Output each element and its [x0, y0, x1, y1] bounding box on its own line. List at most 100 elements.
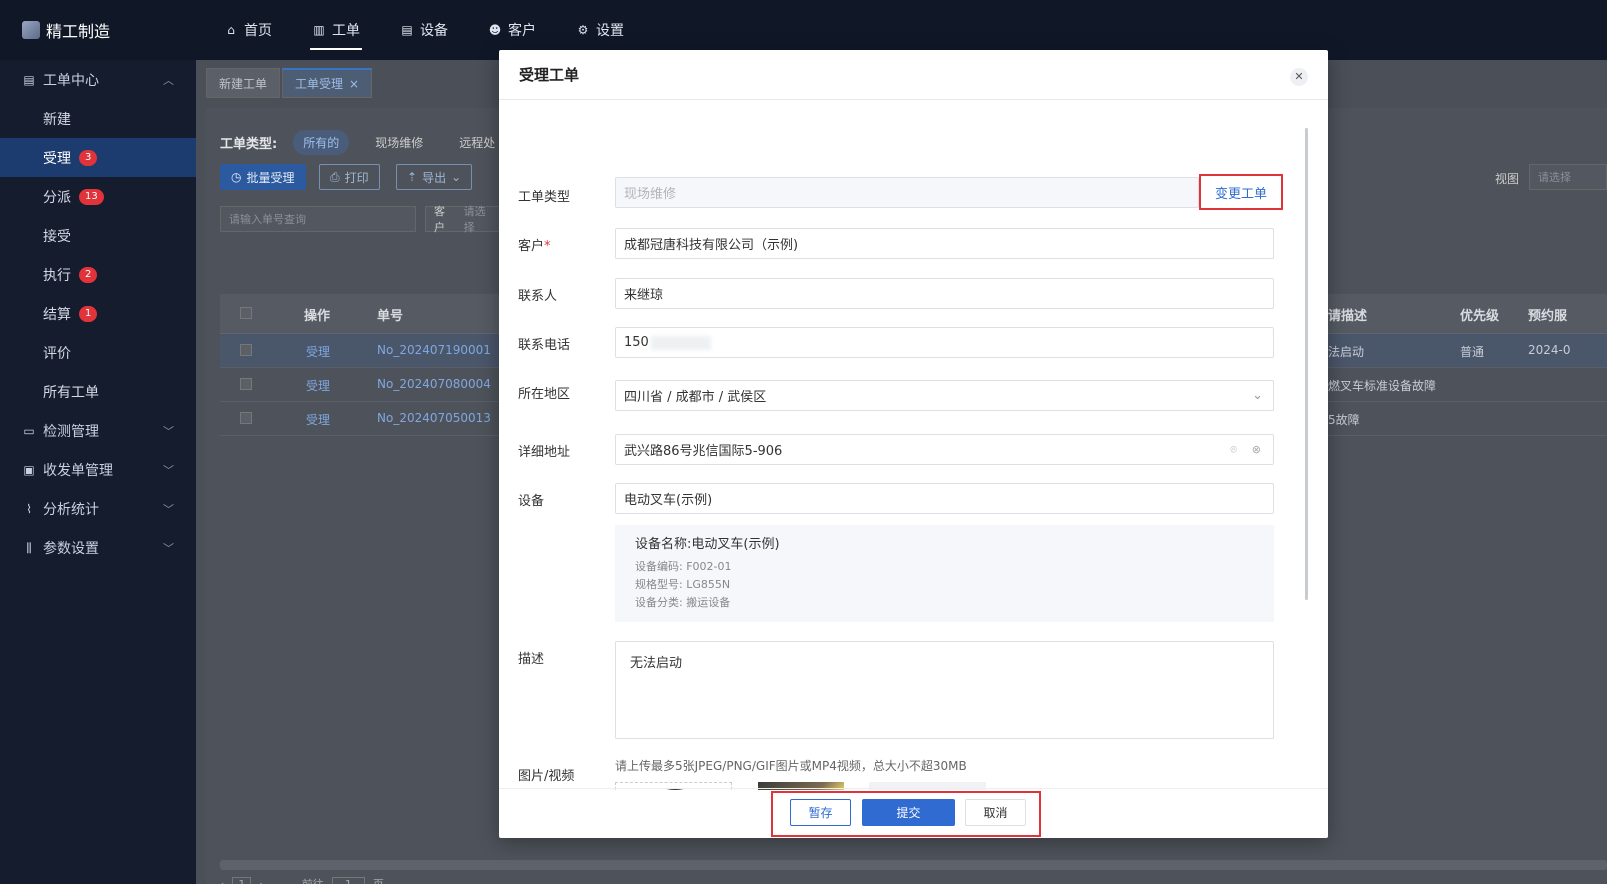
- contact-field[interactable]: 来继琼: [615, 278, 1274, 309]
- chevron-down-icon: ﹀: [163, 502, 174, 516]
- customer-placeholder: 请选择: [463, 205, 486, 234]
- nav-label: 设备: [420, 23, 448, 39]
- cancel-button[interactable]: 取消: [965, 799, 1026, 826]
- customer-select-label: 客户: [434, 205, 445, 234]
- change-workorder-link[interactable]: 变更工单: [1199, 174, 1283, 210]
- column-header[interactable]: 单号: [377, 305, 403, 324]
- submit-button[interactable]: 提交: [862, 799, 955, 826]
- chevron-down-icon: ⌄: [1252, 388, 1263, 403]
- dialog-scrollbar[interactable]: [1305, 128, 1308, 600]
- sidebar-group-label: 分析统计: [43, 501, 99, 518]
- nav-workorder[interactable]: ▥ 工单: [310, 0, 362, 60]
- next-page-button[interactable]: ›: [259, 878, 263, 884]
- sidebar-item-dispatch[interactable]: 分派 13: [0, 177, 196, 216]
- filter-chip-remote[interactable]: 远程处: [449, 130, 505, 155]
- description-textarea[interactable]: 无法启动: [615, 641, 1274, 739]
- sidebar-item-label: 执行: [43, 267, 71, 284]
- sidebar-group-workorder[interactable]: ▤ 工单中心 ︿: [0, 60, 196, 99]
- desc-label: 描述: [518, 652, 545, 667]
- customer-label: 客户*: [518, 235, 551, 254]
- order-number[interactable]: No_202407050013: [377, 411, 491, 425]
- region-value: 四川省 / 成都市 / 武侯区: [624, 390, 767, 405]
- accept-link[interactable]: 受理: [306, 411, 330, 428]
- sidebar-group-analytics[interactable]: ⌇ 分析统计 ﹀: [0, 489, 196, 528]
- nav-label: 工单: [332, 23, 360, 39]
- row-checkbox[interactable]: [240, 344, 252, 359]
- sidebar-item-evaluate[interactable]: 评价: [0, 333, 196, 372]
- order-number[interactable]: No_202407190001: [377, 343, 491, 357]
- current-page[interactable]: 1: [232, 876, 252, 884]
- sidebar-item-receive[interactable]: 接受: [0, 216, 196, 255]
- sidebar-item-label: 评价: [43, 345, 71, 362]
- sidebar: ▤ 工单中心 ︿ 新建 受理 3 分派 13 接受 执行 2 结算 1 评价 所有工单 …: [0, 60, 196, 884]
- goto-page-input[interactable]: 1: [331, 876, 365, 884]
- sidebar-item-label: 接受: [43, 228, 71, 245]
- address-value: 武兴路86号兆信国际5-906: [624, 444, 783, 459]
- order-desc: 5故障: [1328, 413, 1360, 427]
- order-search-input[interactable]: 请输入单号查询: [220, 206, 416, 232]
- page-unit: 页: [373, 876, 384, 884]
- export-button[interactable]: ⇡ 导出 ⌄: [396, 164, 473, 190]
- sidebar-group-label: 检测管理: [43, 423, 99, 440]
- nav-home[interactable]: ⌂ 首页: [222, 0, 274, 60]
- horizontal-scrollbar[interactable]: [220, 860, 1607, 870]
- row-checkbox[interactable]: [240, 378, 252, 393]
- customer-field[interactable]: 成都冠唐科技有限公司（示例): [615, 228, 1274, 259]
- view-select[interactable]: 请选择: [1529, 164, 1607, 190]
- location-pin-icon[interactable]: ⌾: [1230, 443, 1237, 457]
- device-category: 设备分类: 搬运设备: [635, 596, 731, 609]
- dialog-form: 工单类型 现场维修 变更工单 客户* 成都冠唐科技有限公司（示例) 联系人 来继…: [499, 100, 1328, 790]
- gear-icon: ⚙: [577, 23, 589, 37]
- close-icon[interactable]: ×: [349, 77, 359, 91]
- accept-link[interactable]: 受理: [306, 343, 330, 360]
- phone-field[interactable]: 150: [615, 327, 1274, 358]
- clear-icon[interactable]: ⊗: [1252, 443, 1261, 456]
- select-all-checkbox[interactable]: [240, 307, 252, 323]
- tab-new-workorder[interactable]: 新建工单: [206, 68, 281, 98]
- document-icon: ▤: [23, 72, 35, 87]
- sidebar-item-label: 结算: [43, 306, 71, 323]
- region-select[interactable]: 四川省 / 成都市 / 武侯区 ⌄: [615, 380, 1274, 411]
- sidebar-item-settle[interactable]: 结算 1: [0, 294, 196, 333]
- nav-device[interactable]: ▤ 设备: [398, 0, 450, 60]
- customer-select[interactable]: 客户 请选择: [425, 205, 505, 234]
- type-label: 工单类型: [518, 190, 571, 205]
- sidebar-item-all[interactable]: 所有工单: [0, 372, 196, 411]
- app-logo[interactable]: 精工制造: [22, 18, 110, 42]
- tab-label: 新建工单: [219, 76, 268, 91]
- order-number[interactable]: No_202407080004: [377, 377, 491, 391]
- filter-chip-all[interactable]: 所有的: [293, 130, 350, 155]
- sidebar-item-accept[interactable]: 受理 3: [0, 138, 196, 177]
- sidebar-group-inspection[interactable]: ▭ 检测管理 ﹀: [0, 411, 196, 450]
- nav-label: 客户: [508, 23, 536, 39]
- address-label: 详细地址: [518, 445, 571, 460]
- device-field[interactable]: 电动叉车(示例): [615, 483, 1274, 514]
- region-label: 所在地区: [518, 387, 571, 402]
- sidebar-item-new[interactable]: 新建: [0, 99, 196, 138]
- save-draft-button[interactable]: 暂存: [790, 799, 851, 826]
- close-icon[interactable]: ✕: [1290, 68, 1308, 86]
- column-header: 优先级: [1460, 309, 1500, 324]
- chevron-down-icon: ﹀: [163, 424, 174, 438]
- print-button[interactable]: ⎙ 打印: [319, 164, 380, 190]
- count-badge: 13: [79, 188, 104, 205]
- sidebar-group-params[interactable]: ⫼ 参数设置 ﹀: [0, 528, 196, 567]
- row-checkbox[interactable]: [240, 412, 252, 427]
- nav-label: 首页: [244, 23, 272, 39]
- device-model: 规格型号: LG855N: [635, 578, 731, 591]
- sidebar-group-shipping[interactable]: ▣ 收发单管理 ﹀: [0, 450, 196, 489]
- dialog-title: 受理工单: [499, 50, 1328, 100]
- chart-icon: ▭: [23, 423, 35, 438]
- filter-chip-onsite[interactable]: 现场维修: [365, 130, 433, 155]
- dialog-footer: 暂存 提交 取消: [499, 788, 1328, 838]
- batch-accept-button[interactable]: ◷ 批量受理: [220, 164, 306, 190]
- accept-link[interactable]: 受理: [306, 377, 330, 394]
- address-field[interactable]: 武兴路86号兆信国际5-906 ⌾ ⊗: [615, 434, 1274, 465]
- type-filter: 工单类型: 所有的 现场维修 远程处: [220, 130, 505, 155]
- sidebar-item-execute[interactable]: 执行 2: [0, 255, 196, 294]
- tab-workorder-accept[interactable]: 工单受理 ×: [282, 68, 373, 98]
- view-label: 视图: [1495, 172, 1520, 186]
- prev-page-button[interactable]: ‹: [220, 878, 224, 884]
- media-label: 图片/视频: [518, 769, 575, 784]
- device-code: 设备编码: F002-01: [635, 560, 732, 573]
